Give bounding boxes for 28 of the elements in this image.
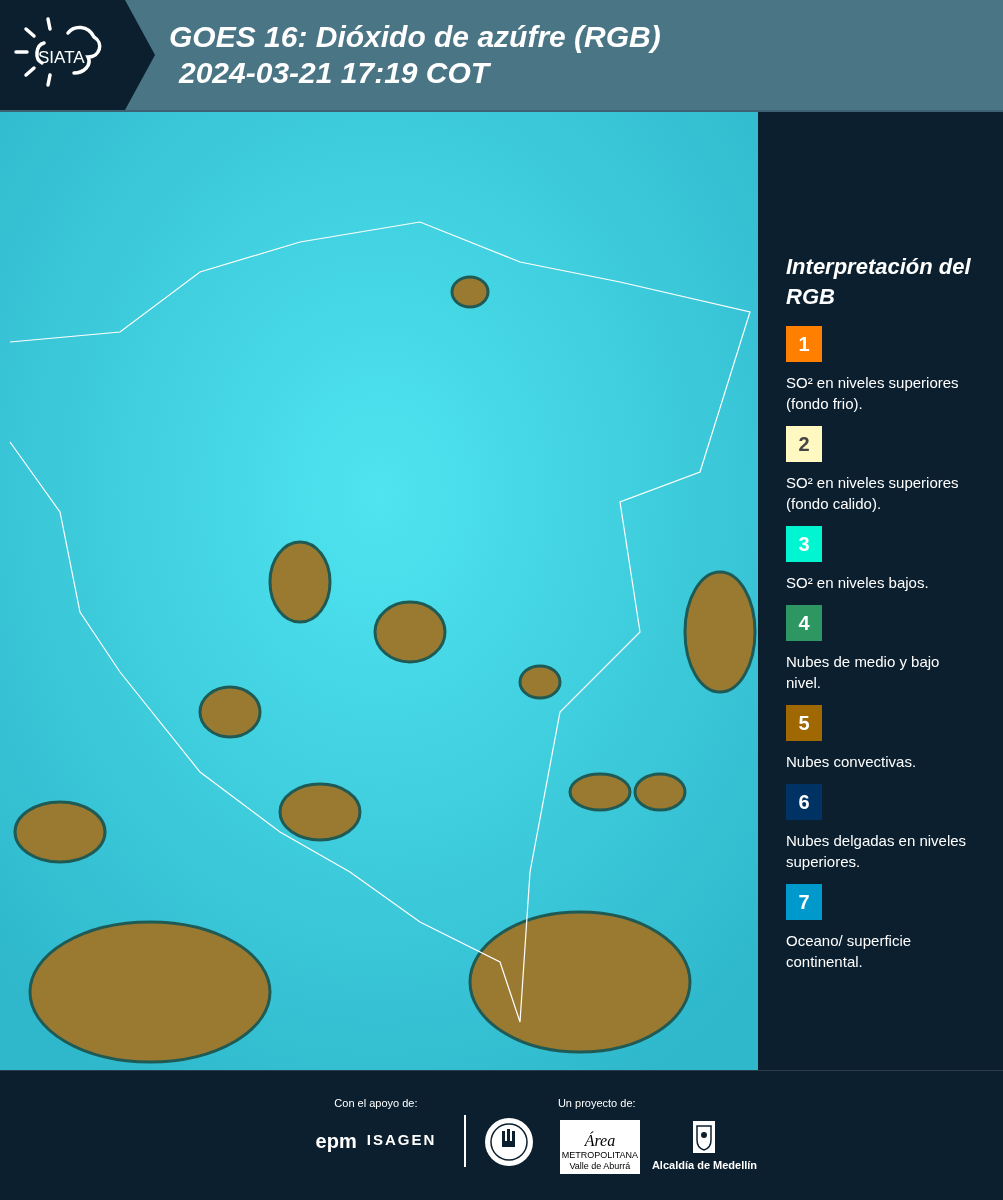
seal-emblem-icon <box>483 1117 534 1167</box>
coat-of-arms-icon <box>692 1120 717 1154</box>
legend-title: Interpretación del RGB <box>786 253 972 311</box>
sponsor-logo-text: epm <box>315 1128 357 1154</box>
legend-text: SO² en niveles superiores (fondo frio). <box>786 373 960 414</box>
legend-text: Oceano/ superficie continental. <box>786 931 913 972</box>
legend-text: SO² en niveles superiores (fondo calido). <box>786 473 960 514</box>
legend-text: SO² en niveles bajos. <box>786 573 930 593</box>
area-logo-subtitle: Valle de Aburrá <box>569 1160 631 1172</box>
legend-swatch: 5 <box>786 705 822 741</box>
support-label: Con el apoyo de: <box>334 1096 418 1111</box>
logo-text: SIATA <box>38 47 85 70</box>
legend-text: Nubes convectivas. <box>786 752 918 772</box>
legend-swatch: 7 <box>786 884 822 920</box>
legend-text: Nubes de medio y bajo nivel. <box>786 652 941 693</box>
area-logo-title: Área <box>584 1131 616 1150</box>
legend-text: Nubes delgadas en niveles superiores. <box>786 831 968 872</box>
area-logo-subtitle: METROPOLITANA <box>561 1149 639 1161</box>
legend-swatch: 3 <box>786 526 822 562</box>
timestamp: 2024-03-21 17:19 COT <box>177 55 492 91</box>
city-logo-text: Alcaldía de Medellín <box>651 1158 758 1173</box>
project-label: Un proyecto de: <box>557 1096 636 1111</box>
legend-swatch: 6 <box>786 784 822 820</box>
page-title: GOES 16: Dióxido de azúfre (RGB) <box>169 19 661 55</box>
legend-swatch: 4 <box>786 605 822 641</box>
sponsor-logo-text: ISAGEN <box>366 1130 437 1151</box>
legend-swatch: 2 <box>786 426 822 462</box>
legend-swatch: 1 <box>786 326 822 362</box>
